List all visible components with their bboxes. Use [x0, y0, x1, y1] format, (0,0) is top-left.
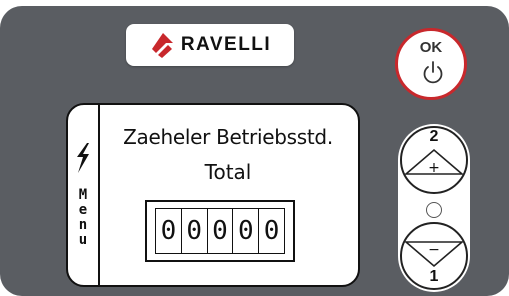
menu-label-char: M [78, 187, 88, 203]
power-icon [423, 61, 443, 84]
display-line-2: Total [204, 160, 252, 184]
menu-label-char: u [78, 232, 88, 248]
control-panel: RAVELLI Menu Zaeheler Betriebsstd. Total… [0, 6, 509, 296]
menu-label: Menu [75, 188, 91, 248]
up-button[interactable]: + 2 [398, 124, 470, 196]
menu-tab[interactable]: Menu [68, 105, 100, 285]
menu-label-char: n [78, 217, 88, 233]
ravelli-logo: RAVELLI [126, 24, 294, 66]
minus-icon: − [428, 242, 440, 258]
counter-digit: 0 [233, 209, 260, 253]
rocker-center-dot [426, 202, 442, 218]
lcd-screen: Menu Zaeheler Betriebsstd. Total 0 0 0 0… [66, 103, 360, 287]
ok-power-button[interactable]: OK [395, 28, 467, 100]
brand-name: RAVELLI [180, 34, 272, 55]
counter-digit: 0 [156, 209, 182, 253]
counter-digit: 0 [263, 216, 280, 246]
up-down-rocker: + 2 − 1 [398, 124, 470, 292]
counter-digit: 0 [182, 209, 208, 253]
down-button-number: 1 [429, 268, 439, 285]
up-button-number: 2 [429, 128, 439, 145]
down-button[interactable]: − 1 [398, 220, 470, 292]
plus-icon: + [428, 160, 440, 176]
display-line-1: Zaeheler Betriebsstd. [123, 125, 333, 149]
ravelli-flame-logo-icon [151, 33, 173, 58]
menu-label-char: e [78, 202, 88, 218]
hour-counter: 0 0 0 0 0 [145, 200, 295, 262]
ok-label: OK [419, 39, 443, 56]
counter-digit: 0 [208, 209, 234, 253]
lightning-bolt-icon [77, 143, 89, 173]
